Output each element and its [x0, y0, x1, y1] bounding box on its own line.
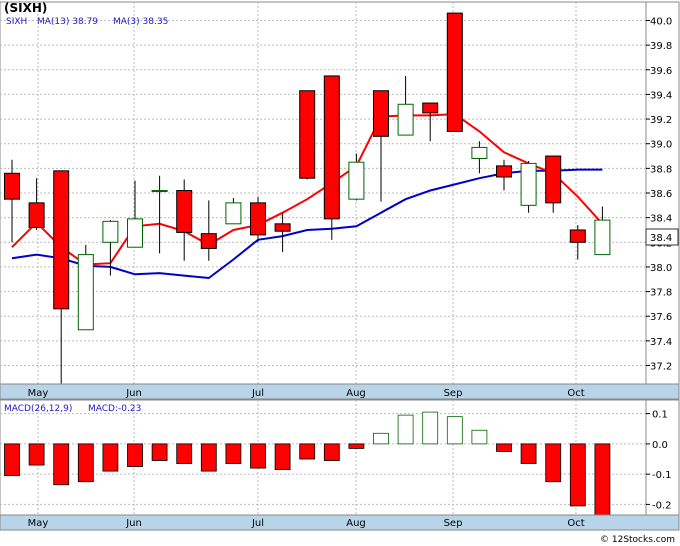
macd-bar: [28, 443, 45, 466]
candle-body: [373, 90, 389, 137]
macd-bar: [594, 443, 611, 516]
candle-body: [4, 172, 20, 200]
macd-bar: [471, 429, 488, 445]
macd-bar: [102, 443, 119, 472]
candle-body: [323, 75, 340, 220]
macd-bar: [545, 443, 562, 483]
macd-legend-name: MACD(26,12,9): [4, 404, 72, 414]
candle-body: [176, 190, 193, 233]
price-y-tick-label: 39.2: [650, 115, 672, 126]
price-y-tick-label: 40.0: [650, 16, 672, 27]
candle-body: [200, 233, 217, 249]
macd-x-tick-label: Oct: [567, 518, 584, 529]
macd-y-tick-label: 0.1: [652, 410, 668, 421]
price-y-tick-label: 38.0: [650, 263, 672, 274]
macd-y-tick-label: -0.2: [652, 500, 672, 511]
macd-y-tick-label: 0.0: [652, 440, 668, 451]
macd-bar: [151, 443, 168, 461]
macd-bar: [496, 443, 512, 452]
macd-bar: [250, 443, 266, 469]
macd-bar: [446, 416, 463, 445]
macd-bar: [127, 443, 143, 467]
candle-body: [348, 161, 365, 200]
legend-symbol: SIXH: [6, 17, 27, 27]
price-y-axis: 37.237.437.637.838.038.238.438.638.839.0…: [645, 1, 680, 385]
macd-y-axis: 0.1 0.0 -0.1 -0.2: [645, 399, 680, 516]
candle-body: [250, 202, 266, 236]
candle-body: [299, 90, 316, 179]
price-y-tick-label: 37.8: [650, 288, 672, 299]
price-y-tick-label: 39.0: [650, 140, 672, 151]
candle-body: [545, 155, 562, 204]
macd-bar: [53, 443, 70, 486]
candle-body: [274, 223, 291, 232]
price-x-tick-label: Jun: [125, 388, 142, 399]
candle-body: [422, 102, 439, 114]
candle-body: [127, 218, 143, 248]
macd-bar: [176, 443, 193, 464]
macd-bar: [422, 411, 439, 445]
macd-x-tick-label: Jul: [251, 518, 264, 529]
candle-body: [496, 165, 512, 178]
candle-body: [471, 146, 488, 159]
last-price-label: 38.4: [650, 233, 672, 244]
chart-title: (SIXH): [4, 1, 47, 15]
candle-body: [53, 170, 70, 310]
candle-body: [397, 103, 414, 136]
macd-bar: [373, 432, 389, 445]
price-y-tick-label: 37.4: [650, 337, 672, 348]
macd-x-tick-label: Sep: [444, 518, 463, 529]
candle-body: [151, 190, 168, 193]
macd-x-tick-label: Jun: [125, 518, 142, 529]
legend-ma13: MA(13) 38.79: [37, 17, 98, 27]
macd-x-tick-label: Aug: [346, 518, 366, 529]
candle-body: [225, 202, 242, 225]
macd-bar: [520, 443, 537, 464]
price-y-tick-label: 38.8: [650, 164, 672, 175]
legend-ma3: MA(3) 38.35: [113, 17, 168, 27]
macd-bar: [77, 443, 94, 483]
macd-y-tick-label: -0.1: [652, 470, 672, 481]
macd-bar: [397, 414, 414, 445]
price-y-tick-label: 37.6: [650, 312, 672, 323]
price-x-axis: May Jun Jul Aug Sep Oct: [0, 383, 680, 400]
price-y-tick-label: 38.4: [650, 214, 672, 225]
price-x-tick-label: Sep: [444, 388, 463, 399]
price-y-tick-label: 39.6: [650, 66, 672, 77]
candle-body: [520, 162, 537, 206]
macd-x-tick-label: May: [28, 518, 49, 529]
macd-legend-value: MACD:-0.23: [88, 404, 141, 414]
price-y-tick-label: 39.8: [650, 41, 672, 52]
stock-chart: 37.237.437.637.838.038.238.438.638.839.0…: [0, 0, 680, 546]
price-y-tick-label: 39.4: [650, 90, 672, 101]
candle-body: [446, 12, 463, 132]
macd-bar: [200, 443, 217, 472]
candle-body: [594, 219, 611, 256]
macd-x-axis: May Jun Jul Aug Sep Oct: [0, 514, 680, 531]
macd-bar: [4, 443, 20, 477]
macd-bar: [569, 443, 586, 507]
candle-body: [28, 202, 45, 229]
price-x-tick-label: Oct: [567, 388, 584, 399]
watermark: © 12Stocks.com: [600, 535, 675, 545]
macd-bar: [323, 443, 340, 461]
price-x-tick-label: May: [28, 388, 49, 399]
macd-bar: [348, 443, 365, 449]
macd-bar: [274, 443, 291, 471]
price-x-tick-label: Jul: [251, 388, 264, 399]
macd-bar: [225, 443, 242, 464]
price-y-tick-label: 38.6: [650, 189, 672, 200]
macd-bar: [299, 443, 316, 460]
price-x-tick-label: Aug: [346, 388, 366, 399]
candle-body: [569, 229, 586, 243]
candle-body: [102, 220, 119, 243]
price-y-tick-label: 37.2: [650, 362, 672, 373]
candle-body: [77, 254, 94, 331]
